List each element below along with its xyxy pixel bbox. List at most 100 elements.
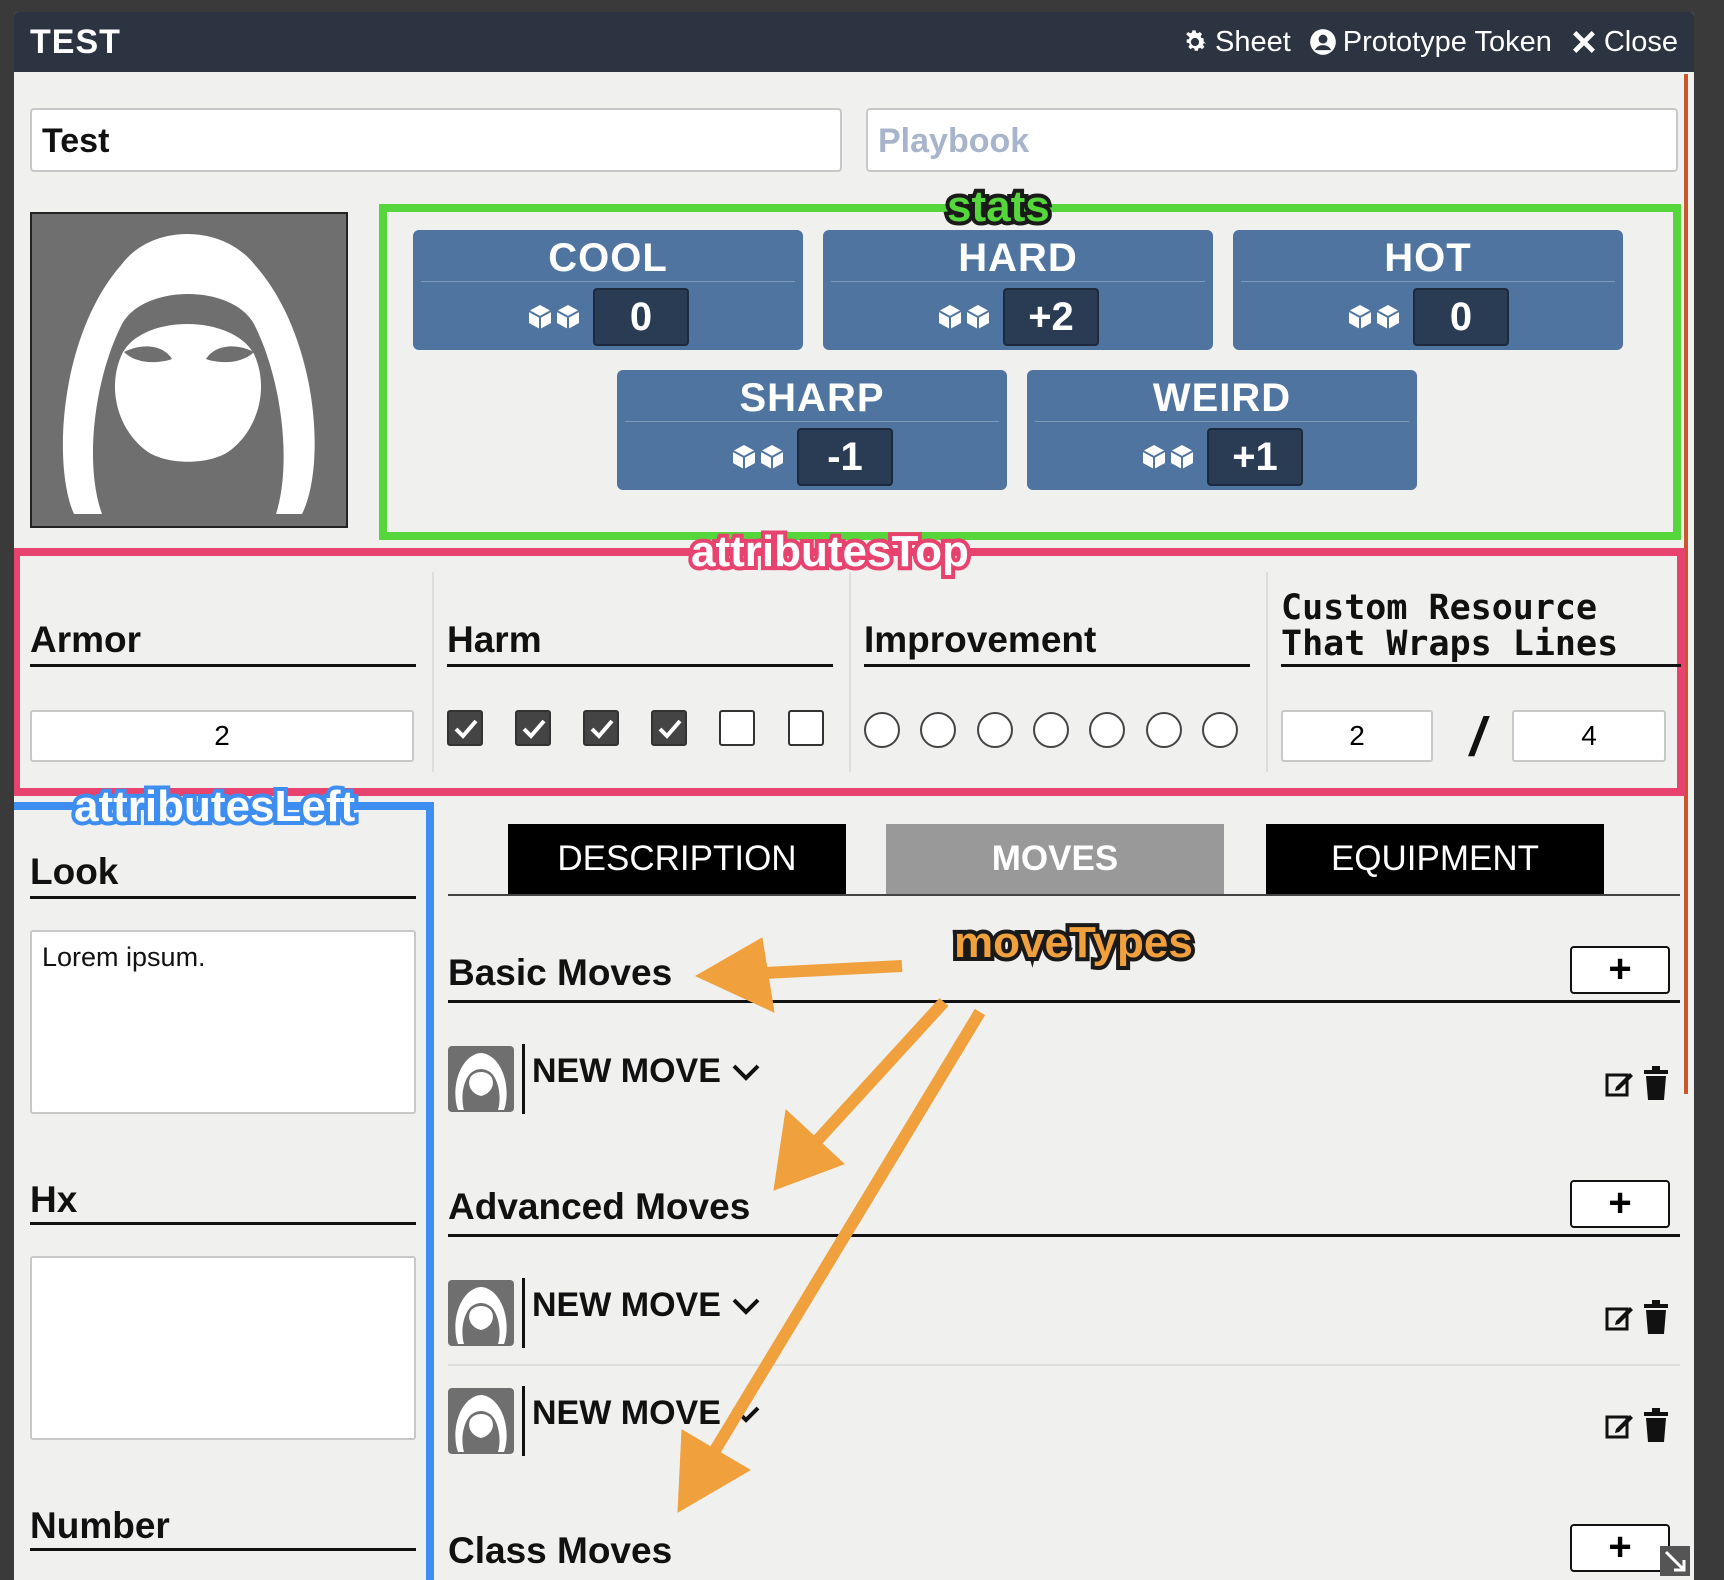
trash-icon[interactable] — [1642, 1066, 1670, 1100]
character-portrait[interactable] — [30, 212, 348, 528]
custom-resource-label: Custom Resource That Wraps Lines — [1281, 590, 1618, 662]
move-divider — [522, 1278, 525, 1348]
move-portrait-icon — [448, 1046, 514, 1112]
armor-rule — [30, 664, 416, 667]
tab-rule — [448, 894, 1680, 896]
hx-label: Hx — [30, 1179, 78, 1220]
stat-value[interactable]: 0 — [1413, 288, 1509, 346]
chevron-down-icon[interactable] — [731, 1062, 761, 1082]
trash-icon[interactable] — [1642, 1300, 1670, 1334]
improvement-circle-2[interactable] — [920, 712, 956, 748]
move-portrait-icon — [448, 1388, 514, 1454]
class-moves-label: Class Moves — [448, 1530, 673, 1571]
harm-rule — [447, 664, 833, 667]
stat-weird[interactable]: WEIRD +1 — [1027, 370, 1417, 490]
advanced-moves-rule — [448, 1234, 1680, 1237]
dice-icon[interactable] — [937, 303, 993, 331]
move-divider — [522, 1386, 525, 1456]
trash-icon[interactable] — [1642, 1408, 1670, 1442]
stats-annotation-label: stats — [943, 178, 1054, 235]
look-rule — [30, 896, 416, 899]
hx-rule — [30, 1222, 416, 1225]
close-button-label: Close — [1603, 25, 1678, 58]
improvement-circle-3[interactable] — [977, 712, 1013, 748]
harm-checkbox-2[interactable] — [515, 710, 551, 746]
harm-checkbox-1[interactable] — [447, 710, 483, 746]
stat-name: HARD — [831, 230, 1205, 282]
move-name[interactable]: NEW MOVE — [532, 1394, 761, 1433]
edit-icon[interactable] — [1604, 1302, 1636, 1334]
dice-icon[interactable] — [731, 443, 787, 471]
chevron-down-icon[interactable] — [731, 1404, 761, 1424]
dice-icon[interactable] — [1347, 303, 1403, 331]
move-separator — [448, 1364, 1680, 1366]
edit-icon[interactable] — [1604, 1068, 1636, 1100]
window-titlebar[interactable]: TEST Sheet Prototype Token Close — [14, 12, 1694, 72]
divider — [849, 572, 851, 772]
prototype-token-button-label: Prototype Token — [1342, 25, 1552, 58]
close-button[interactable]: Close — [1570, 26, 1678, 59]
stat-cool[interactable]: COOL 0 — [413, 230, 803, 350]
advanced-moves-label: Advanced Moves — [448, 1186, 751, 1227]
character-name-input[interactable]: Test — [30, 108, 842, 172]
move-name-label: NEW MOVE — [532, 1286, 721, 1324]
stat-name: WEIRD — [1035, 370, 1409, 422]
number-rule — [30, 1548, 416, 1551]
stat-value[interactable]: +2 — [1003, 288, 1099, 346]
custom-resource-rule — [1281, 664, 1681, 667]
tab-equipment[interactable]: EQUIPMENT — [1266, 824, 1604, 894]
dice-icon[interactable] — [527, 303, 583, 331]
custom-resource-value-input[interactable]: 2 — [1281, 710, 1433, 762]
move-name[interactable]: NEW MOVE — [532, 1052, 761, 1091]
attributes-top-annotation-label: attributesTop — [687, 523, 973, 580]
tab-description[interactable]: DESCRIPTION — [508, 824, 846, 894]
harm-checkbox-6[interactable] — [788, 710, 824, 746]
improvement-circle-7[interactable] — [1202, 712, 1238, 748]
armor-input[interactable]: 2 — [30, 710, 414, 762]
basic-moves-label: Basic Moves — [448, 952, 673, 993]
improvement-circle-1[interactable] — [864, 712, 900, 748]
dice-icon[interactable] — [1141, 443, 1197, 471]
improvement-circle-6[interactable] — [1146, 712, 1182, 748]
add-basic-move-button[interactable]: + — [1570, 946, 1670, 994]
harm-label: Harm — [447, 619, 542, 660]
stat-sharp[interactable]: SHARP -1 — [617, 370, 1007, 490]
prototype-token-button[interactable]: Prototype Token — [1309, 26, 1552, 59]
look-textarea[interactable]: Lorem ipsum. — [30, 930, 416, 1114]
armor-label: Armor — [30, 619, 142, 660]
stat-hard[interactable]: HARD +2 — [823, 230, 1213, 350]
playbook-input[interactable]: Playbook — [866, 108, 1678, 172]
improvement-circle-4[interactable] — [1033, 712, 1069, 748]
harm-checkbox-4[interactable] — [651, 710, 687, 746]
move-name[interactable]: NEW MOVE — [532, 1286, 761, 1325]
sheet-button[interactable]: Sheet — [1181, 26, 1291, 59]
gear-icon — [1186, 30, 1206, 51]
number-label: Number — [30, 1505, 170, 1546]
harm-checkbox-5[interactable] — [719, 710, 755, 746]
stat-name: COOL — [421, 230, 795, 282]
window-title: TEST — [30, 22, 121, 61]
improvement-label: Improvement — [864, 619, 1097, 660]
stat-value[interactable]: 0 — [593, 288, 689, 346]
add-advanced-move-button[interactable]: + — [1570, 1180, 1670, 1228]
stat-hot[interactable]: HOT 0 — [1233, 230, 1623, 350]
custom-resource-max-input[interactable]: 4 — [1512, 710, 1666, 762]
improvement-circle-5[interactable] — [1089, 712, 1125, 748]
attributes-left-annotation-label: attributesLeft — [70, 778, 359, 835]
tab-moves[interactable]: MOVES — [886, 824, 1224, 894]
user-circle-icon — [1309, 29, 1336, 55]
hx-textarea[interactable] — [30, 1256, 416, 1440]
chevron-down-icon[interactable] — [731, 1296, 761, 1316]
add-class-move-button[interactable]: + — [1570, 1524, 1670, 1572]
edit-icon[interactable] — [1604, 1410, 1636, 1442]
harm-checkbox-3[interactable] — [583, 710, 619, 746]
divider — [1266, 572, 1268, 772]
hooded-figure-icon — [62, 234, 315, 514]
stat-value[interactable]: -1 — [797, 428, 893, 486]
sheet-button-label: Sheet — [1215, 25, 1291, 58]
character-sheet-window: TEST Sheet Prototype Token Close Test Pl… — [14, 12, 1694, 1580]
move-name-label: NEW MOVE — [532, 1052, 721, 1090]
stat-value[interactable]: +1 — [1207, 428, 1303, 486]
resize-handle-icon[interactable] — [1660, 1546, 1690, 1576]
stat-name: HOT — [1241, 230, 1615, 282]
